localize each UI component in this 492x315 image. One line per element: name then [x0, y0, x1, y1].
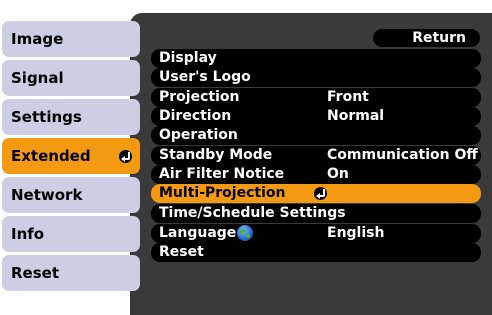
- tab-label: Reset: [11, 264, 59, 282]
- tab-label: Image: [11, 30, 64, 48]
- menu-item-operation[interactable]: Operation: [151, 126, 481, 145]
- menu-item-label: Time/Schedule Settings: [159, 205, 346, 221]
- menu-item-value: Communication Off: [327, 147, 478, 163]
- menu-item-standby-mode[interactable]: Standby Mode Communication Off: [151, 146, 481, 165]
- tab-network[interactable]: Network: [2, 177, 140, 213]
- globe-icon: [237, 225, 253, 241]
- menu-item-label: Language: [159, 225, 237, 241]
- menu-item-air-filter-notice[interactable]: Air Filter Notice On: [151, 165, 481, 184]
- tab-label: Signal: [11, 69, 64, 87]
- menu-item-label: Direction: [159, 108, 232, 124]
- return-button[interactable]: Return: [373, 29, 480, 47]
- menu-item-label: Projection: [159, 89, 240, 105]
- tab-info[interactable]: Info: [2, 216, 140, 252]
- menu-item-label: Display: [159, 50, 217, 66]
- menu-item-label: User's Logo: [159, 69, 251, 85]
- tab-signal[interactable]: Signal: [2, 60, 140, 96]
- tab-settings[interactable]: Settings: [2, 99, 140, 135]
- enter-icon: [119, 150, 132, 163]
- menu-item-value: Normal: [327, 108, 385, 124]
- menu-item-reset[interactable]: Reset: [151, 243, 481, 262]
- menu-item-value: Front: [327, 89, 369, 105]
- enter-icon: [314, 187, 327, 200]
- tab-image[interactable]: Image: [2, 21, 140, 57]
- menu-item-time-schedule-settings[interactable]: Time/Schedule Settings: [151, 204, 481, 223]
- menu-item-direction[interactable]: Direction Normal: [151, 107, 481, 126]
- tab-label: Extended: [11, 147, 91, 165]
- tab-label: Info: [11, 225, 45, 243]
- menu-item-value: English: [327, 225, 385, 241]
- tab-label: Network: [11, 186, 83, 204]
- menu-item-value: On: [327, 166, 349, 182]
- menu-item-label: Multi-Projection: [159, 185, 286, 201]
- menu-item-language[interactable]: Language English: [151, 224, 481, 243]
- menu-item-label: Air Filter Notice: [159, 166, 285, 182]
- menu-item-users-logo[interactable]: User's Logo: [151, 68, 481, 87]
- menu-item-label: Standby Mode: [159, 147, 273, 163]
- menu-item-label: Operation: [159, 127, 238, 143]
- tab-extended[interactable]: Extended: [2, 138, 140, 174]
- tab-reset[interactable]: Reset: [2, 255, 140, 291]
- menu-item-display[interactable]: Display: [151, 49, 481, 68]
- menu-item-label: Reset: [159, 244, 204, 260]
- tab-label: Settings: [11, 108, 82, 126]
- menu-item-projection[interactable]: Projection Front: [151, 88, 481, 107]
- menu-item-multi-projection[interactable]: Multi-Projection: [151, 184, 481, 203]
